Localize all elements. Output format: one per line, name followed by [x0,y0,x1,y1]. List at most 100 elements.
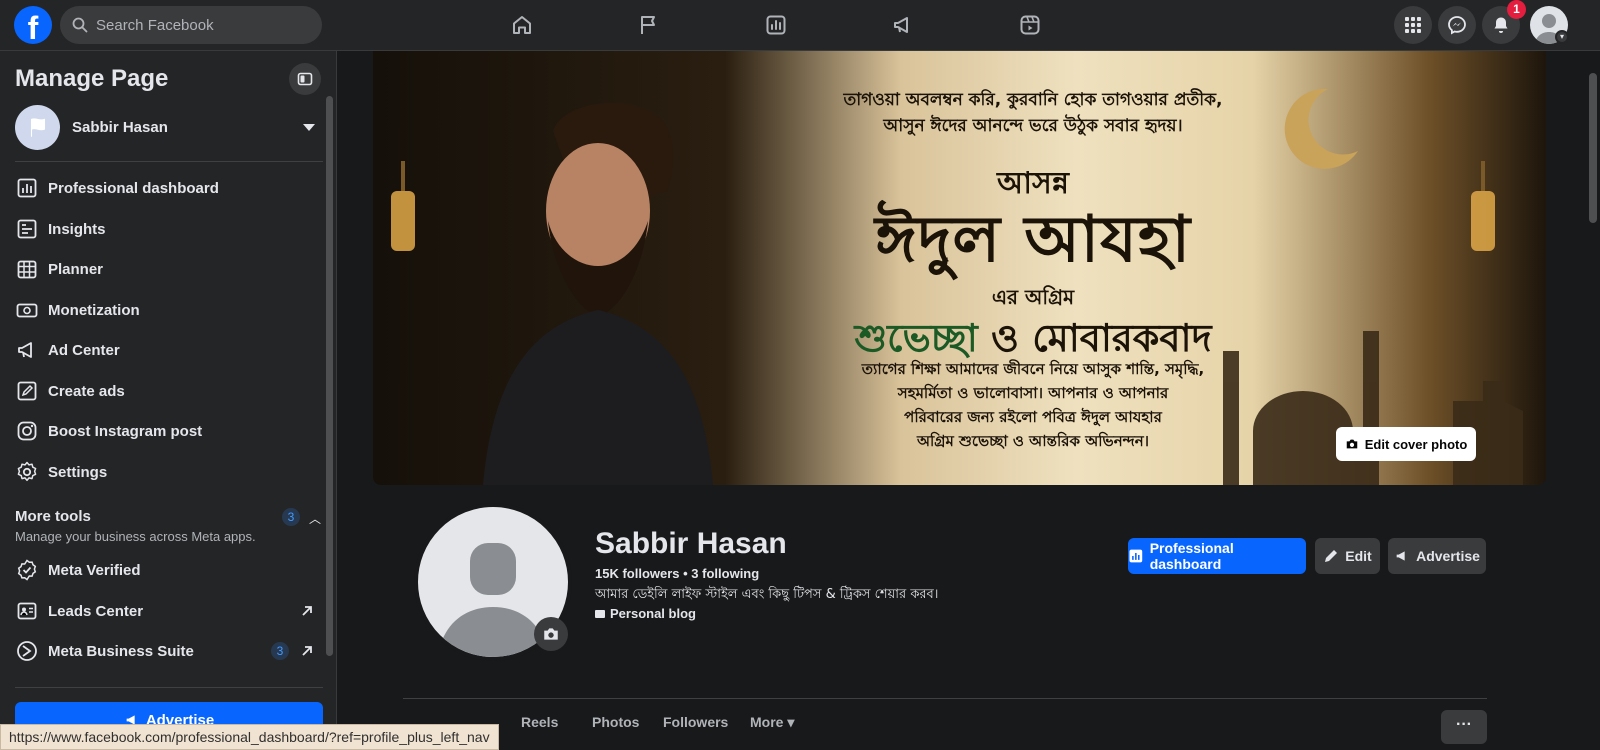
follower-count[interactable]: 15K followers • 3 following [595,566,759,581]
top-navigation-bar: f 1 ▾ [0,0,1600,51]
edit-cover-label: Edit cover photo [1364,436,1468,452]
more-options-button[interactable]: ··· [1441,710,1487,744]
professional-dashboard-button[interactable]: Professional dashboard [1128,538,1306,574]
caret-down-icon [303,123,315,131]
notifications-button[interactable]: 1 [1482,0,1526,44]
sidebar-item-boost-instagram-post[interactable]: Boost Instagram post [15,411,323,451]
button-label: Advertise [1416,548,1480,564]
scrollbar-thumb[interactable] [1589,73,1597,223]
messenger-button[interactable] [1438,6,1476,44]
greeting-amp-text: ও [977,315,1033,360]
tabs-divider [403,698,1487,699]
insights-icon [766,15,786,35]
update-profile-picture-button[interactable] [534,617,568,651]
facebook-logo[interactable]: f [14,6,52,44]
status-bar-url: https://www.facebook.com/professional_da… [0,724,499,750]
page-main-content: তাগওয়া অবলম্বন করি, কুরবানি হোক তাগওয়া… [338,51,1585,750]
video-tab[interactable] [1012,8,1048,42]
planner-icon [17,260,37,279]
more-tools-badge: 3 [282,508,300,526]
sidebar-item-settings[interactable]: Settings [15,452,323,492]
sidebar-item-insights[interactable]: Insights [15,209,323,249]
external-link-icon [302,606,312,616]
manage-page-sidebar: Manage Page Sabbir Hasan Professional da… [0,51,337,750]
leads-icon [17,602,37,620]
sidebar-item-planner[interactable]: Planner [15,249,323,289]
tab-photos[interactable]: Photos [592,714,639,730]
sidebar-item-label: Professional dashboard [48,179,219,197]
cover-intro-text: তাগওয়া অবলম্বন করি, কুরবানি হোক তাগওয়া… [753,87,1313,139]
sidebar-item-label: Planner [48,260,104,278]
sidebar-item-leads-center[interactable]: Leads Center [15,591,323,631]
category-label: Personal blog [610,606,696,621]
business-suite-icon [17,641,37,661]
video-icon [1020,15,1040,35]
cover-photo[interactable]: তাগওয়া অবলম্বন করি, কুরবানি হোক তাগওয়া… [373,51,1546,485]
menu-grid-icon [1405,17,1421,33]
sidebar-item-professional-dashboard[interactable]: Professional dashboard [15,168,323,208]
instagram-icon [17,421,37,441]
camera-icon [1346,439,1357,449]
more-tools-section[interactable]: More tools Manage your business across M… [15,508,323,544]
tab-reels[interactable]: Reels [521,714,558,730]
pages-tab[interactable] [631,8,667,42]
bell-icon [1494,17,1508,33]
sidebar-scrollbar[interactable] [326,96,333,656]
greeting-rest-text: মোবারকবাদ [1032,315,1212,360]
insights-tab[interactable] [758,8,794,42]
briefcase-icon [595,609,605,618]
more-tools-heading: More tools [15,508,91,525]
notification-badge: 1 [1507,0,1526,19]
divider [15,687,323,688]
page-switcher[interactable]: Sabbir Hasan [15,104,323,150]
cover-headline: ঈদুল আযহা [874,202,1192,277]
dashboard-icon [1129,549,1143,563]
lantern-icon [1471,161,1495,251]
panel-toggle-icon [297,72,313,86]
menu-button[interactable] [1394,6,1432,44]
search-input[interactable] [96,16,296,34]
sidebar-item-ad-center[interactable]: Ad Center [15,330,323,370]
sidebar-item-label: Ad Center [48,341,120,359]
sidebar-item-create-ads[interactable]: Create ads [15,371,323,411]
greeting-green-text: শুভেচ্ছা [854,315,978,360]
divider [15,161,323,162]
sidebar-item-label: Monetization [48,301,140,319]
advertise-button[interactable]: Advertise [1388,538,1486,574]
sidebar-item-meta-verified[interactable]: Meta Verified [15,550,323,590]
pencil-icon [1325,550,1338,562]
sidebar-title: Manage Page [15,65,169,92]
cover-line-2: আসুন ঈদের আনন্দে ভরে উঠুক সবার হৃদয়। [883,116,1183,136]
external-link-icon [302,646,312,656]
profile-category: Personal blog [595,606,696,621]
camera-icon [544,628,558,640]
cover-line-1: তাগওয়া অবলম্বন করি, কুরবানি হোক তাগওয়া… [843,90,1223,110]
tab-followers[interactable]: Followers [663,714,728,730]
edit-page-button[interactable]: Edit [1315,538,1380,574]
ads-tab[interactable] [885,8,921,42]
cover-person-image [483,102,713,485]
verified-icon [17,559,37,581]
chevron-up-icon[interactable]: ︿ [309,510,321,527]
search-box[interactable] [60,6,322,44]
more-tools-subtitle: Manage your business across Meta apps. [15,529,256,544]
sidebar-item-meta-business-suite[interactable]: Meta Business Suite 3 [15,631,323,671]
sidebar-item-label: Create ads [48,382,125,400]
button-label: Professional dashboard [1149,540,1234,572]
page-scrollbar[interactable] [1585,51,1600,750]
sidebar-item-monetization[interactable]: Monetization [15,290,323,330]
flag-icon [641,16,655,34]
home-tab[interactable] [504,8,540,42]
pencil-icon [17,381,37,401]
sidebar-item-label: Meta Verified [48,561,141,579]
megaphone-icon [894,17,908,33]
crescent-moon-icon [1284,88,1358,169]
business-suite-badge: 3 [271,642,289,660]
account-menu-caret-icon[interactable]: ▾ [1555,30,1569,44]
tab-more[interactable]: More ▾ [750,714,794,731]
edit-cover-photo-button[interactable]: Edit cover photo [1336,427,1476,461]
collapse-sidebar-button[interactable] [289,63,321,95]
gear-icon [17,461,37,482]
profile-bio: আমার ডেইলি লাইফ স্টাইল এবং কিছু টিপস & ট… [595,587,939,602]
sidebar-item-label: Boost Instagram post [48,422,203,440]
